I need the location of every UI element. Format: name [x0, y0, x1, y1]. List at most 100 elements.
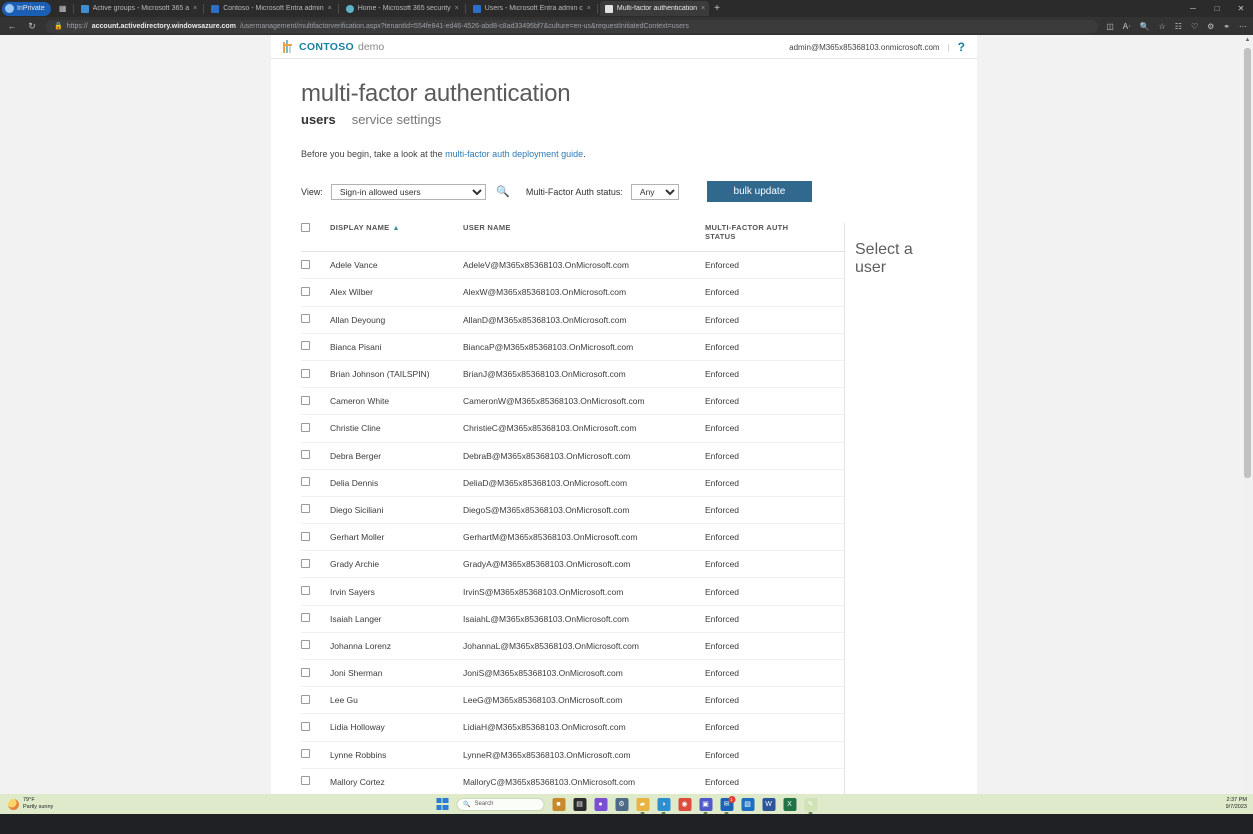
scrollbar-thumb[interactable]: [1244, 48, 1251, 478]
read-aloud-icon[interactable]: A⋅: [1123, 22, 1131, 31]
taskbar-clock[interactable]: 2:37 PM 9/7/2023: [1226, 797, 1247, 811]
store-icon[interactable]: ▧: [741, 798, 754, 811]
row-checkbox[interactable]: [301, 396, 310, 405]
table-row[interactable]: Christie ClineChristieC@M365x85368103.On…: [301, 415, 844, 442]
reload-icon[interactable]: ↻: [26, 21, 38, 32]
copilot-icon[interactable]: ⚭: [1223, 22, 1230, 31]
chrome-icon[interactable]: ◉: [678, 798, 691, 811]
tab-service-settings[interactable]: service settings: [352, 112, 442, 127]
tab-search-icon[interactable]: ▦: [55, 2, 71, 16]
site-info-icon[interactable]: 🔒: [54, 22, 63, 30]
edge-icon[interactable]: ◑: [657, 798, 670, 811]
browser-tab-m365-security[interactable]: Home - Microsoft 365 security ×: [341, 1, 463, 16]
browser-tab-active-groups[interactable]: Active groups - Microsoft 365 a ×: [76, 1, 202, 16]
table-row[interactable]: Diego SicilianiDiegoS@M365x85368103.OnMi…: [301, 496, 844, 523]
row-checkbox[interactable]: [301, 668, 310, 677]
taskbar-search-box[interactable]: 🔍 Search: [456, 798, 544, 811]
browser-tab-users-entra[interactable]: Users - Microsoft Entra admin c ×: [468, 1, 595, 16]
table-row[interactable]: Debra BergerDebraB@M365x85368103.OnMicro…: [301, 442, 844, 469]
row-checkbox[interactable]: [301, 559, 310, 568]
tab-close-icon[interactable]: ×: [587, 5, 591, 12]
start-button-icon[interactable]: [436, 798, 448, 810]
tab-close-icon[interactable]: ×: [193, 5, 197, 12]
account-email[interactable]: admin@M365x85368103.onmicrosoft.com: [789, 43, 939, 52]
table-row[interactable]: Lee GuLeeG@M365x85368103.OnMicrosoft.com…: [301, 687, 844, 714]
inprivate-indicator[interactable]: InPrivate: [2, 2, 51, 16]
tab-close-icon[interactable]: ×: [455, 5, 459, 12]
row-checkbox[interactable]: [301, 749, 310, 758]
mfa-status-select[interactable]: Any: [631, 184, 679, 200]
split-screen-icon[interactable]: ◫: [1106, 22, 1114, 31]
row-checkbox[interactable]: [301, 450, 310, 459]
weather-widget[interactable]: 79°F Partly sunny: [0, 797, 53, 811]
folder-icon[interactable]: ▰: [636, 798, 649, 811]
new-tab-button[interactable]: +: [709, 3, 725, 14]
page-scrollbar[interactable]: ▲ ▼: [1242, 35, 1253, 814]
excel-icon[interactable]: X: [783, 798, 796, 811]
file-explorer-icon[interactable]: ▤: [573, 798, 586, 811]
maximize-button[interactable]: □: [1205, 0, 1229, 17]
table-row[interactable]: Isaiah LangerIsaiahL@M365x85368103.OnMic…: [301, 605, 844, 632]
tab-close-icon[interactable]: ×: [328, 5, 332, 12]
table-row[interactable]: Delia DennisDeliaD@M365x85368103.OnMicro…: [301, 469, 844, 496]
deployment-guide-link[interactable]: multi-factor auth deployment guide: [445, 149, 583, 159]
favorite-icon[interactable]: ☆: [1159, 22, 1166, 31]
table-row[interactable]: Joni ShermanJoniS@M365x85368103.OnMicros…: [301, 660, 844, 687]
outlook-icon[interactable]: ✉1: [720, 798, 733, 811]
favorites-bar-icon[interactable]: ♡: [1191, 22, 1198, 31]
select-all-checkbox[interactable]: [301, 223, 310, 232]
table-row[interactable]: Mallory CortezMalloryC@M365x85368103.OnM…: [301, 768, 844, 795]
table-row[interactable]: Alex WilberAlexW@M365x85368103.OnMicroso…: [301, 279, 844, 306]
view-select[interactable]: Sign-in allowed users: [331, 184, 486, 200]
row-checkbox[interactable]: [301, 341, 310, 350]
tab-users[interactable]: users: [301, 112, 336, 127]
collections-icon[interactable]: ☷: [1175, 22, 1182, 31]
row-checkbox[interactable]: [301, 613, 310, 622]
help-icon[interactable]: ?: [958, 40, 965, 54]
minimize-button[interactable]: ─: [1181, 0, 1205, 17]
table-row[interactable]: Irvin SayersIrvinS@M365x85368103.OnMicro…: [301, 578, 844, 605]
table-row[interactable]: Lidia HollowayLidiaH@M365x85368103.OnMic…: [301, 714, 844, 741]
row-checkbox[interactable]: [301, 586, 310, 595]
row-checkbox[interactable]: [301, 532, 310, 541]
teams-icon[interactable]: ▣: [699, 798, 712, 811]
briefcase-icon[interactable]: ■: [552, 798, 565, 811]
table-row[interactable]: Cameron WhiteCameronW@M365x85368103.OnMi…: [301, 388, 844, 415]
browser-essentials-icon[interactable]: ⚙: [1207, 22, 1214, 31]
browser-tab-multi-factor-authentication[interactable]: Multi-factor authentication ×: [600, 1, 709, 16]
table-row[interactable]: Grady ArchieGradyA@M365x85368103.OnMicro…: [301, 551, 844, 578]
table-row[interactable]: Brian Johnson (TAILSPIN)BrianJ@M365x8536…: [301, 360, 844, 387]
row-checkbox[interactable]: [301, 314, 310, 323]
close-window-button[interactable]: ✕: [1229, 0, 1253, 17]
search-icon[interactable]: 🔍: [496, 184, 510, 200]
settings-icon[interactable]: ⚙: [615, 798, 628, 811]
row-checkbox[interactable]: [301, 260, 310, 269]
row-checkbox[interactable]: [301, 504, 310, 513]
row-checkbox[interactable]: [301, 423, 310, 432]
more-options-icon[interactable]: ⋯: [1239, 22, 1247, 31]
zoom-icon[interactable]: 🔍: [1140, 22, 1150, 31]
display-name-header[interactable]: DISPLAY NAME▲: [330, 223, 463, 252]
table-row[interactable]: Allan DeyoungAllanD@M365x85368103.OnMicr…: [301, 306, 844, 333]
address-bar[interactable]: 🔒 https://account.activedirectory.window…: [46, 20, 1098, 33]
table-row[interactable]: Johanna LorenzJohannaL@M365x85368103.OnM…: [301, 632, 844, 659]
mfa-status-header[interactable]: MULTI-FACTOR AUTH STATUS: [705, 223, 844, 252]
browser-tab-contoso-entra[interactable]: Contoso - Microsoft Entra admin ×: [206, 1, 335, 16]
row-checkbox[interactable]: [301, 477, 310, 486]
table-row[interactable]: Lynne RobbinsLynneR@M365x85368103.OnMicr…: [301, 741, 844, 768]
user-name-header[interactable]: USER NAME: [463, 223, 705, 252]
table-row[interactable]: Adele VanceAdeleV@M365x85368103.OnMicros…: [301, 252, 844, 279]
back-icon[interactable]: ←: [6, 21, 18, 31]
row-checkbox[interactable]: [301, 287, 310, 296]
row-checkbox[interactable]: [301, 369, 310, 378]
word-icon[interactable]: W: [762, 798, 775, 811]
table-row[interactable]: Gerhart MollerGerhartM@M365x85368103.OnM…: [301, 524, 844, 551]
bulk-update-button[interactable]: bulk update: [707, 181, 812, 202]
row-checkbox[interactable]: [301, 695, 310, 704]
paint-icon[interactable]: ✎: [804, 798, 817, 811]
table-row[interactable]: Bianca PisaniBiancaP@M365x85368103.OnMic…: [301, 333, 844, 360]
row-checkbox[interactable]: [301, 776, 310, 785]
tab-close-icon[interactable]: ×: [701, 5, 705, 12]
chat-icon[interactable]: ●: [594, 798, 607, 811]
row-checkbox[interactable]: [301, 640, 310, 649]
